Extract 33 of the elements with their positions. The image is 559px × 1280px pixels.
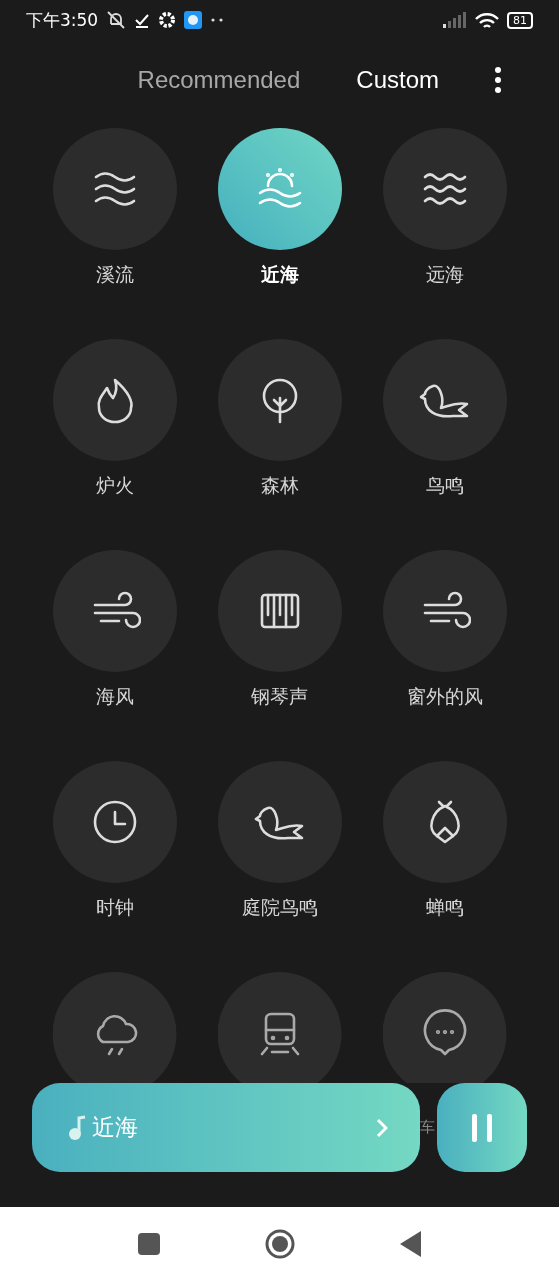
bell-off-icon — [106, 10, 127, 30]
battery-icon: 81 — [507, 11, 533, 29]
recent-apps-icon[interactable] — [137, 1232, 160, 1255]
sound-label: 车 — [420, 1118, 436, 1137]
chevron-right-icon — [376, 1117, 388, 1138]
sound-label: 蝉鸣 — [425, 895, 464, 920]
tab[interactable]: Custom — [356, 66, 439, 94]
app-icon — [184, 11, 203, 29]
home-icon[interactable] — [263, 1227, 296, 1260]
sound-label: 窗外的风 — [406, 684, 483, 709]
sound-label: 近海 — [260, 262, 299, 287]
wifi-icon — [475, 11, 499, 29]
sound-label: 溪流 — [95, 262, 134, 287]
sound-label: 钢琴声 — [251, 684, 308, 709]
sound-label: 远海 — [425, 262, 464, 287]
sound-label: 庭院鸟鸣 — [241, 895, 318, 920]
sound-label: 炉火 — [95, 473, 134, 498]
signal-icon — [443, 12, 467, 28]
tab[interactable]: Recommended — [137, 66, 301, 94]
pause-button[interactable] — [437, 1083, 527, 1172]
status-time: 下午3:50 — [26, 8, 99, 32]
more-menu-icon[interactable] — [495, 67, 501, 93]
more-notifications-icon — [210, 17, 225, 23]
sound-label: 鸟鸣 — [425, 473, 464, 498]
sound-label: 海风 — [95, 684, 134, 709]
now-playing-title: 近海 — [92, 1113, 139, 1142]
check-icon — [134, 12, 151, 28]
music-note-icon — [68, 1114, 88, 1141]
sound-label: 森林 — [260, 473, 299, 498]
back-icon[interactable] — [399, 1230, 422, 1257]
gear-icon — [158, 11, 177, 29]
pause-icon — [471, 1113, 493, 1142]
sound-label: 时钟 — [95, 895, 134, 920]
